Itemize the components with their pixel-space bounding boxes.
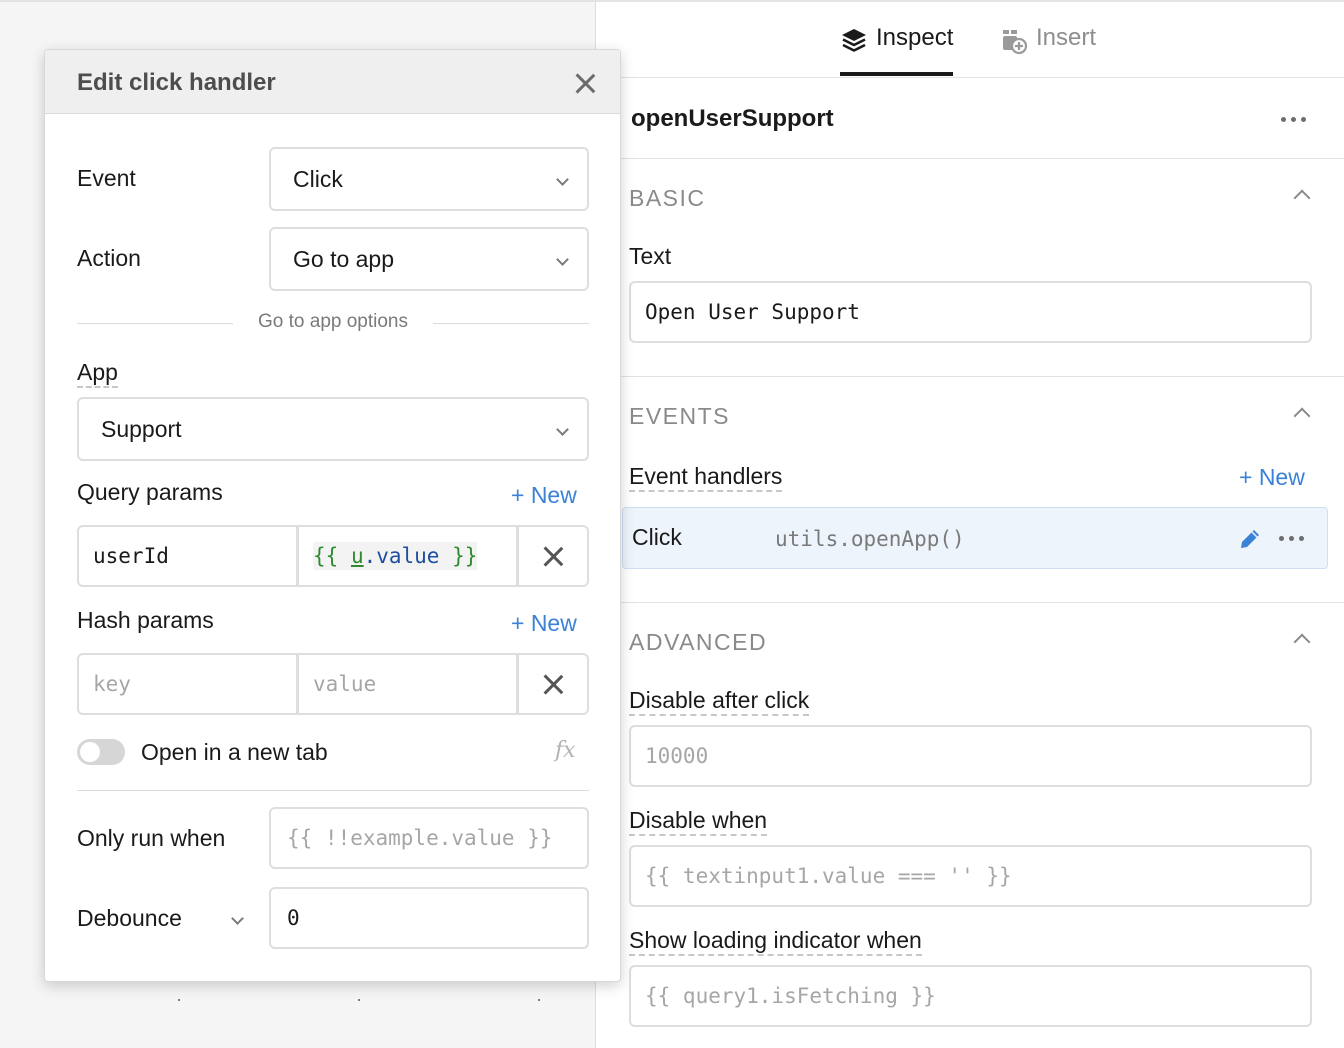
disable-when-placeholder: {{ textinput1.value === '' }} <box>645 864 1012 888</box>
hash-key-placeholder: key <box>93 672 131 696</box>
options-section-label: Go to app options <box>233 311 433 333</box>
query-param-key: userId <box>93 544 169 568</box>
event-handlers-label: Event handlers <box>629 463 783 492</box>
modal-divider <box>77 790 589 791</box>
chevron-down-icon <box>556 423 569 436</box>
query-param-value: {{ u.value }} <box>313 542 478 570</box>
action-select-value: Go to app <box>293 245 395 272</box>
section-divider <box>596 602 1344 603</box>
panel-tabs: Inspect Insert <box>596 2 1344 78</box>
text-field-label: Text <box>629 243 672 269</box>
remove-icon <box>542 545 564 567</box>
disable-after-click-input[interactable]: 10000 <box>629 725 1312 787</box>
disable-when-label: Disable when <box>629 807 768 836</box>
code-property: .value <box>363 544 440 568</box>
query-params-label: Query params <box>77 479 223 505</box>
tab-inspect[interactable]: Inspect <box>840 24 954 76</box>
event-handler-row[interactable]: Click utils.openApp() <box>622 507 1328 569</box>
handler-event-name: Click <box>632 524 682 550</box>
modal-title: Edit click handler <box>77 69 276 96</box>
handler-action-text: utils.openApp() <box>775 527 965 551</box>
add-query-param-button[interactable]: + New <box>511 482 577 509</box>
event-select[interactable]: Click <box>269 147 589 211</box>
grid-dot <box>538 999 540 1001</box>
debounce-input[interactable]: 0 <box>269 887 589 949</box>
event-label: Event <box>77 165 136 191</box>
grid-dot <box>358 999 360 1001</box>
hash-param-value-input[interactable]: value <box>297 653 518 715</box>
handler-more-icon[interactable] <box>1279 536 1304 541</box>
layers-icon <box>840 24 868 62</box>
action-select[interactable]: Go to app <box>269 227 589 291</box>
hash-param-key-input[interactable]: key <box>77 653 298 715</box>
more-options-icon[interactable] <box>1281 117 1306 122</box>
tab-inspect-label: Inspect <box>876 24 954 51</box>
insert-component-icon <box>1000 24 1028 62</box>
only-run-when-placeholder: {{ !!example.value }} <box>287 826 553 850</box>
tab-insert-label: Insert <box>1036 24 1097 51</box>
edit-pencil-icon[interactable] <box>1237 526 1263 557</box>
code-variable: u <box>350 544 364 568</box>
chevron-down-icon <box>556 173 569 186</box>
remove-hash-param-button[interactable] <box>517 653 589 715</box>
event-select-value: Click <box>293 165 343 192</box>
app-label: App <box>77 359 118 388</box>
disable-when-input[interactable]: {{ textinput1.value === '' }} <box>629 845 1312 907</box>
tab-insert[interactable]: Insert <box>1000 24 1096 76</box>
query-param-key-input[interactable]: userId <box>77 525 298 587</box>
section-title-basic[interactable]: BASIC <box>629 185 706 212</box>
open-new-tab-toggle[interactable] <box>77 739 125 765</box>
code-brace-open: {{ <box>313 544 351 568</box>
only-run-when-label: Only run when <box>77 825 226 851</box>
hash-value-placeholder: value <box>313 672 377 696</box>
open-new-tab-label: Open in a new tab <box>141 739 328 765</box>
add-event-handler-button[interactable]: + New <box>1239 464 1305 491</box>
collapse-advanced-icon[interactable] <box>1293 633 1311 651</box>
query-param-value-input[interactable]: {{ u.value }} <box>297 525 518 587</box>
remove-icon <box>542 673 564 695</box>
loading-indicator-input[interactable]: {{ query1.isFetching }} <box>629 965 1312 1027</box>
text-input-value: Open User Support <box>645 300 860 324</box>
add-hash-param-button[interactable]: + New <box>511 610 577 637</box>
component-header: openUserSupport <box>596 79 1344 159</box>
component-name[interactable]: openUserSupport <box>631 105 834 133</box>
section-divider <box>596 376 1344 377</box>
action-label: Action <box>77 245 141 271</box>
chevron-down-icon[interactable] <box>231 912 244 925</box>
disable-after-click-placeholder: 10000 <box>645 744 709 768</box>
debounce-value: 0 <box>287 906 300 930</box>
chevron-down-icon <box>556 253 569 266</box>
loading-indicator-label: Show loading indicator when <box>629 927 922 956</box>
section-title-events[interactable]: EVENTS <box>629 403 730 430</box>
modal-header: Edit click handler <box>45 50 620 114</box>
code-brace-close: }} <box>439 544 478 568</box>
app-select[interactable]: Support <box>77 397 589 461</box>
hash-params-label: Hash params <box>77 607 214 633</box>
remove-query-param-button[interactable] <box>517 525 589 587</box>
disable-after-click-label: Disable after click <box>629 687 810 716</box>
debounce-label[interactable]: Debounce <box>77 905 182 932</box>
grid-dot <box>178 999 180 1001</box>
loading-indicator-placeholder: {{ query1.isFetching }} <box>645 984 936 1008</box>
collapse-basic-icon[interactable] <box>1293 189 1311 207</box>
section-title-advanced[interactable]: ADVANCED <box>629 629 767 656</box>
only-run-when-input[interactable]: {{ !!example.value }} <box>269 807 589 869</box>
collapse-events-icon[interactable] <box>1293 407 1311 425</box>
edit-click-handler-modal: Edit click handler Event Click Action Go… <box>44 49 621 982</box>
fx-icon[interactable]: fx <box>555 738 576 763</box>
app-select-value: Support <box>101 415 182 442</box>
inspector-panel: Inspect Insert openUserSupport BASIC Tex… <box>595 0 1344 1048</box>
close-icon[interactable] <box>574 72 596 94</box>
text-input[interactable]: Open User Support <box>629 281 1312 343</box>
